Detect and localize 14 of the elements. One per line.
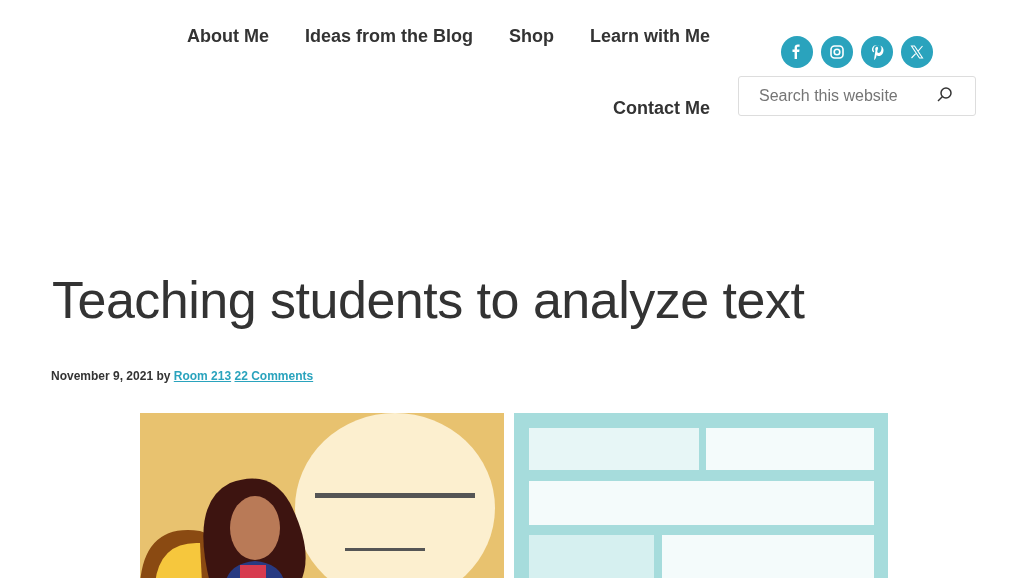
search-icon[interactable] bbox=[936, 86, 954, 104]
nav-link[interactable]: Ideas from the Blog bbox=[304, 24, 473, 48]
post-date: November 9, 2021 bbox=[51, 369, 154, 384]
nav-link[interactable]: About Me bbox=[186, 24, 269, 48]
x-icon[interactable] bbox=[901, 36, 933, 68]
pinterest-icon[interactable] bbox=[861, 36, 893, 68]
nav-link[interactable]: Shop bbox=[509, 24, 554, 48]
post-title: Teaching students to analyze text bbox=[52, 272, 806, 330]
instagram-icon[interactable] bbox=[821, 36, 853, 68]
search-field[interactable]: Search this website bbox=[738, 76, 976, 116]
nav-link[interactable]: Contact Me bbox=[613, 96, 710, 120]
nav-link[interactable]: Learn with Me bbox=[590, 24, 710, 48]
facebook-icon[interactable] bbox=[781, 36, 813, 68]
byline: by bbox=[156, 369, 171, 384]
